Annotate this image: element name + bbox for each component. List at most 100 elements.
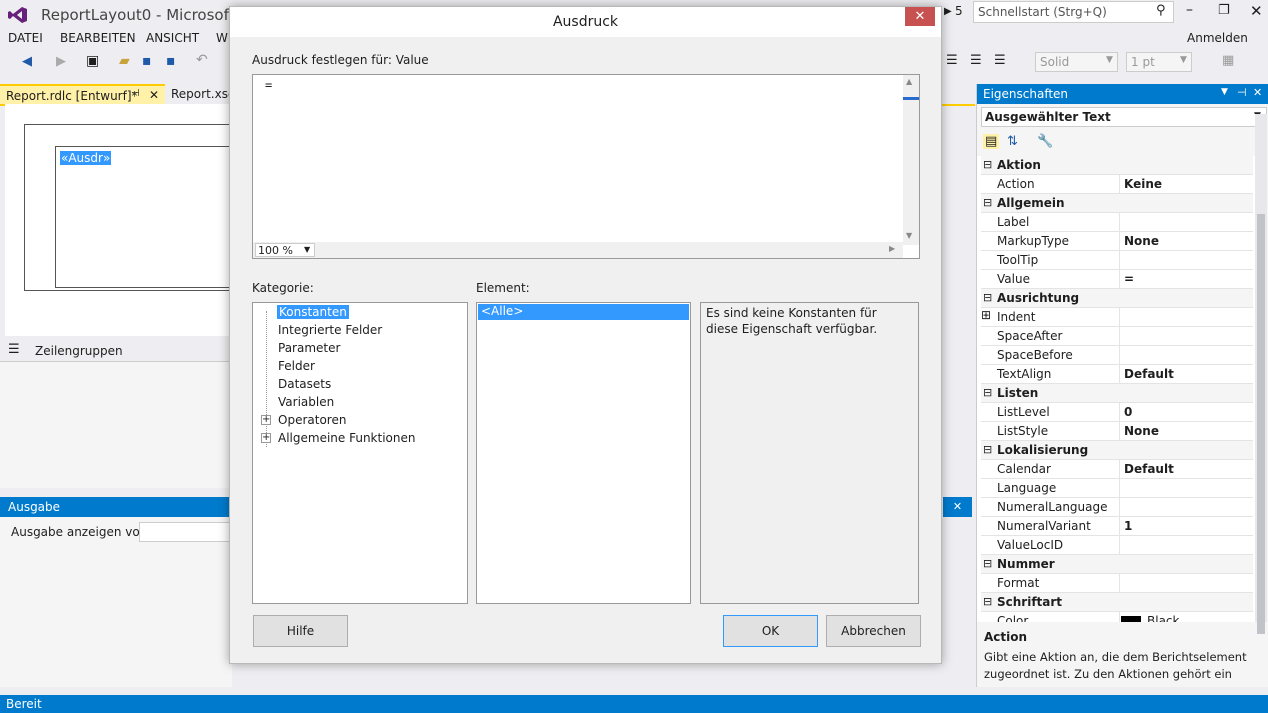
line-width-select[interactable]: 1 pt ▼ — [1126, 52, 1192, 72]
property-row[interactable]: ListStyle None — [981, 422, 1253, 441]
open-folder-icon[interactable]: ▰ — [119, 53, 130, 69]
property-row[interactable]: Value = — [981, 270, 1253, 289]
alphabetical-icon[interactable]: ⇅ — [1007, 134, 1018, 149]
expression-editor[interactable]: = ▲ ▼ 100 % ▼ ▶ — [252, 74, 920, 259]
tree-item-integrierte-felder[interactable]: Integrierte Felder — [278, 323, 382, 337]
property-row[interactable]: Calendar Default — [981, 460, 1253, 479]
align-icon[interactable]: ☰ — [970, 53, 982, 68]
property-value[interactable]: Default — [1124, 367, 1174, 381]
property-row[interactable]: SpaceAfter — [981, 327, 1253, 346]
property-grid-scrollbar[interactable] — [1255, 114, 1267, 634]
property-row[interactable]: SpaceBefore — [981, 346, 1253, 365]
sign-in-link[interactable]: Anmelden — [1187, 31, 1248, 45]
collapse-icon[interactable]: ⊟ — [983, 443, 992, 456]
scroll-up-icon[interactable]: ▲ — [906, 77, 912, 86]
property-row[interactable]: ToolTip — [981, 251, 1253, 270]
property-row[interactable]: ValueLocID — [981, 536, 1253, 555]
tree-item-datasets[interactable]: Datasets — [278, 377, 331, 391]
line-style-select[interactable]: Solid ▼ — [1035, 52, 1118, 72]
property-value[interactable]: 1 — [1124, 519, 1132, 533]
maximize-button[interactable]: ❐ — [1218, 3, 1230, 18]
expand-icon[interactable]: ⊞ — [981, 308, 991, 322]
forward-icon[interactable]: ▶ — [56, 54, 66, 69]
collapse-icon[interactable]: ⊟ — [983, 196, 992, 209]
textbox[interactable]: «Ausdr» — [55, 146, 232, 288]
property-category[interactable]: ⊟ Listen — [981, 384, 1253, 403]
collapse-icon[interactable]: ⊟ — [983, 386, 992, 399]
new-project-icon[interactable]: ▣ — [86, 53, 99, 69]
property-value[interactable]: None — [1124, 234, 1159, 248]
tree-item-felder[interactable]: Felder — [278, 359, 315, 373]
property-row[interactable]: Language — [981, 479, 1253, 498]
property-row[interactable]: MarkupType None — [981, 232, 1253, 251]
outdent-icon[interactable]: ☰ — [994, 53, 1006, 68]
property-row[interactable]: Format — [981, 574, 1253, 593]
property-value[interactable]: Black — [1147, 614, 1179, 622]
collapse-icon[interactable]: ⊟ — [983, 595, 992, 608]
dropdown-icon[interactable]: ▼ — [1221, 87, 1228, 97]
minimize-button[interactable]: – — [1186, 2, 1193, 18]
expand-icon[interactable]: + — [261, 433, 271, 443]
menu-item-ansicht[interactable]: ANSICHT — [146, 31, 199, 45]
output-source-select[interactable] — [139, 522, 232, 542]
editor-scrollbar[interactable]: ▲ ▼ — [903, 75, 919, 245]
property-category[interactable]: ⊟ Ausrichtung — [981, 289, 1253, 308]
property-row[interactable]: ⊞ Indent — [981, 308, 1253, 327]
window-close-button[interactable]: ✕ — [1250, 2, 1263, 20]
property-row[interactable]: TextAlign Default — [981, 365, 1253, 384]
tree-item-variablen[interactable]: Variablen — [278, 395, 334, 409]
property-row[interactable]: NumeralLanguage — [981, 498, 1253, 517]
expand-icon[interactable]: + — [261, 415, 271, 425]
property-category[interactable]: ⊟ Schriftart — [981, 593, 1253, 612]
scrollbar-thumb[interactable] — [1257, 214, 1265, 634]
tree-item-operatoren[interactable]: Operatoren — [278, 413, 346, 427]
object-selector[interactable]: Ausgewählter Text ▼ — [981, 107, 1267, 127]
tree-item-parameter[interactable]: Parameter — [278, 341, 340, 355]
output-close-icon[interactable]: ✕ — [943, 497, 972, 517]
property-pages-icon[interactable]: 🔧 — [1037, 134, 1053, 149]
pin-icon[interactable]: ⊣ — [1237, 86, 1247, 99]
element-list[interactable]: <Alle> — [476, 302, 691, 604]
menu-item-bearbeiten[interactable]: BEARBEITEN — [60, 31, 136, 45]
report-design-surface[interactable]: «Ausdr» — [5, 104, 232, 336]
expression-text[interactable]: = — [265, 78, 272, 92]
property-row[interactable]: Label — [981, 213, 1253, 232]
dialog-close-button[interactable]: ✕ — [905, 7, 935, 26]
property-value[interactable]: None — [1124, 424, 1159, 438]
property-category[interactable]: ⊟ Lokalisierung — [981, 441, 1253, 460]
property-category[interactable]: ⊟ Aktion — [981, 156, 1253, 175]
pin-icon[interactable]: ⊣ — [131, 88, 140, 99]
notification-flag-icon[interactable]: ▶ — [944, 6, 952, 17]
categorized-icon[interactable]: ▤ — [983, 134, 1000, 149]
scroll-down-icon[interactable]: ▼ — [906, 231, 912, 240]
notification-count[interactable]: 5 — [955, 4, 963, 18]
cancel-button[interactable]: Abbrechen — [826, 615, 921, 647]
textbox-placeholder[interactable]: «Ausdr» — [60, 151, 112, 165]
search-icon[interactable]: ⚲ — [1156, 3, 1166, 18]
property-value[interactable]: 0 — [1124, 405, 1132, 419]
tree-item-konstanten[interactable]: Konstanten — [277, 305, 349, 319]
save-icon[interactable]: ▪ — [142, 53, 152, 69]
element-item-all[interactable]: <Alle> — [478, 304, 689, 320]
property-row[interactable]: Action Keine — [981, 175, 1253, 194]
property-row[interactable]: ListLevel 0 — [981, 403, 1253, 422]
property-value[interactable]: Keine — [1124, 177, 1162, 191]
ok-button[interactable]: OK — [723, 615, 818, 647]
menu-item-datei[interactable]: DATEI — [8, 31, 43, 45]
undo-icon[interactable]: ↶ — [196, 52, 208, 68]
save-all-icon[interactable]: ▪ — [166, 53, 176, 69]
category-tree[interactable]: Konstanten Integrierte Felder Parameter … — [252, 302, 468, 604]
close-icon[interactable]: ✕ — [149, 88, 159, 102]
collapse-icon[interactable]: ⊟ — [983, 158, 992, 171]
quick-launch-input[interactable]: Schnellstart (Strg+Q) ⚲ — [973, 1, 1174, 23]
collapse-icon[interactable]: ⊟ — [983, 557, 992, 570]
scroll-right-icon[interactable]: ▶ — [889, 244, 895, 253]
tab-report-rdlc[interactable]: Report.rdlc [Entwurf]* ⊣ ✕ — [0, 84, 165, 104]
zoom-select[interactable]: 100 % ▼ — [255, 243, 315, 257]
tab-report-xsd[interactable]: Report.xsd — [165, 84, 236, 104]
border-icon[interactable]: ▦ — [1222, 53, 1234, 68]
property-row[interactable]: NumeralVariant 1 — [981, 517, 1253, 536]
help-button[interactable]: Hilfe — [253, 615, 348, 647]
property-category[interactable]: ⊟ Allgemein — [981, 194, 1253, 213]
back-icon[interactable]: ◀ — [22, 54, 32, 69]
